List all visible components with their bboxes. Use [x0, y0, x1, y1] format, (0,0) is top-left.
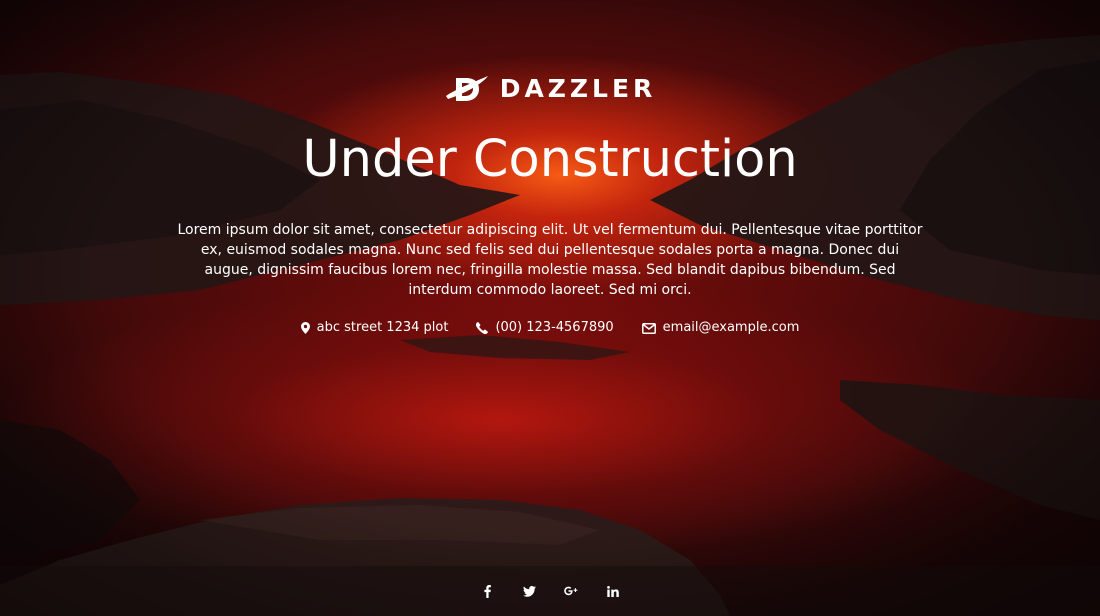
phone-text: (00) 123-4567890 [495, 320, 614, 335]
contact-info: abc street 1234 plot (00) 123-4567890 em… [0, 318, 1100, 338]
brand-logo[interactable]: DAZZLER [0, 70, 1100, 106]
contact-phone[interactable]: (00) 123-4567890 [476, 318, 614, 338]
page-title: Under Construction [302, 130, 798, 189]
google-plus-link[interactable] [564, 583, 578, 599]
map-marker-icon [300, 322, 310, 334]
hero-description: Lorem ipsum dolor sit amet, consectetur … [177, 222, 923, 298]
address-text: abc street 1234 plot [316, 320, 449, 335]
linkedin-icon [607, 585, 619, 597]
linkedin-link[interactable] [606, 583, 620, 599]
phone-icon [476, 322, 489, 334]
facebook-link[interactable] [480, 583, 494, 599]
email-text: email@example.com [662, 320, 800, 335]
contact-email[interactable]: email@example.com [641, 318, 800, 338]
twitter-link[interactable] [522, 583, 536, 599]
contact-address: abc street 1234 plot [300, 318, 449, 338]
dazzler-planet-d-icon [445, 76, 488, 101]
facebook-icon [483, 584, 491, 598]
envelope-icon [641, 322, 656, 334]
under-construction-page: DAZZLER Under Construction Lorem ipsum d… [0, 0, 1100, 616]
twitter-icon [522, 585, 536, 597]
google-plus-icon [564, 586, 578, 596]
social-links [0, 566, 1100, 616]
brand-name: DAZZLER [499, 73, 657, 103]
